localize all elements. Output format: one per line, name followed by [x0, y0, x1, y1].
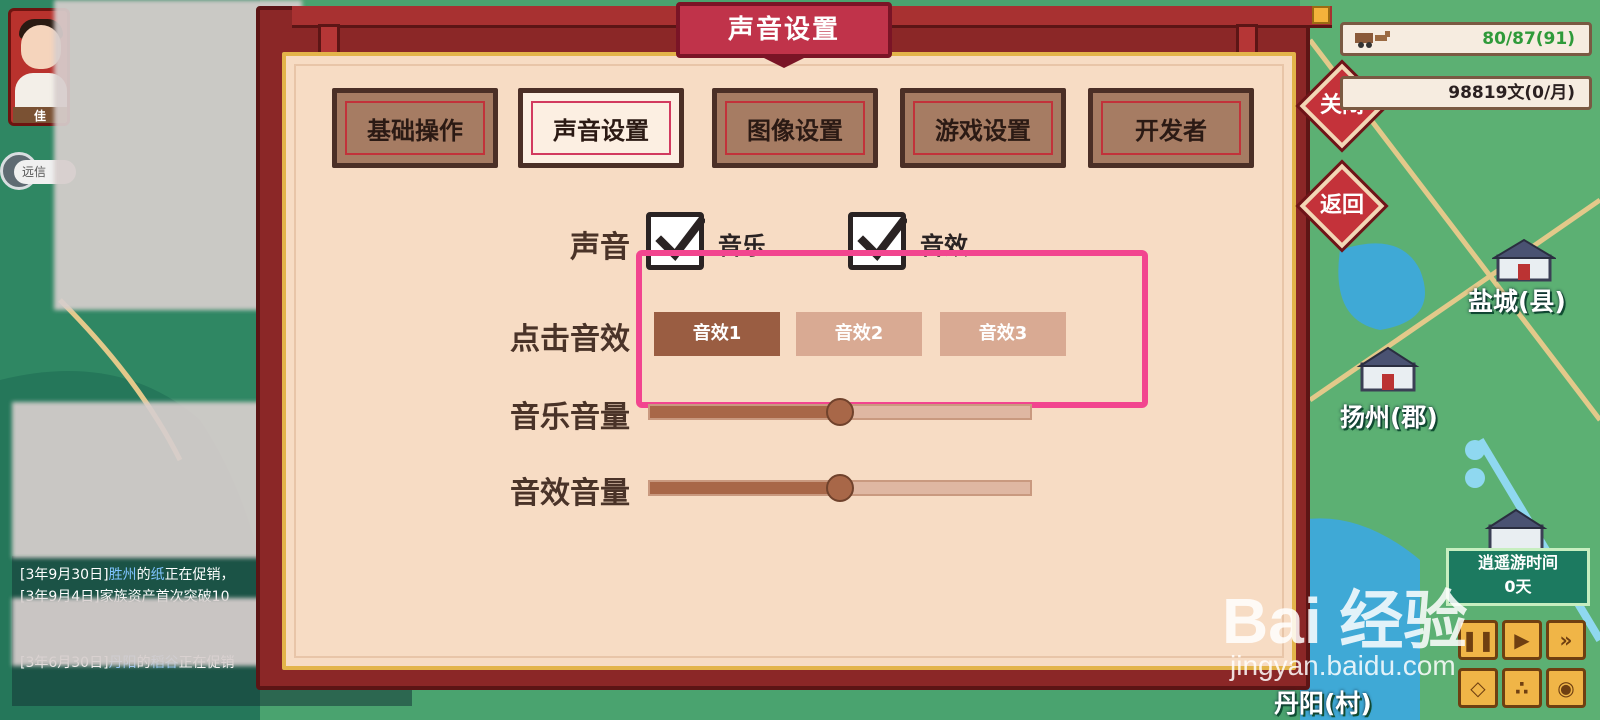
sfx-volume-label: 音效音量 [510, 476, 630, 511]
slider-knob[interactable] [826, 474, 854, 502]
play-button[interactable]: ▶ [1502, 620, 1542, 660]
money-display: 98819文(0/月) [1340, 76, 1592, 110]
music-volume-slider[interactable] [648, 398, 1032, 426]
tab-game-settings[interactable]: 游戏设置 [900, 88, 1066, 168]
tab-sound-settings[interactable]: 声音设置 [518, 88, 684, 168]
prefecture-city-icon[interactable] [1356, 346, 1420, 392]
tab-graphics-settings[interactable]: 图像设置 [712, 88, 878, 168]
sound-label: 声音 [570, 230, 630, 265]
travel-time-display: 逍遥游时间 0天 [1446, 548, 1590, 606]
town-label-yancheng[interactable]: 盐城(县) [1468, 282, 1566, 318]
slider-knob[interactable] [826, 398, 854, 426]
town-label-danyang[interactable]: 丹阳(村) [1274, 684, 1372, 720]
tab-developer[interactable]: 开发者 [1088, 88, 1254, 168]
music-volume-label: 音乐音量 [510, 400, 630, 435]
horse-cart-icon [1355, 31, 1390, 48]
cart-capacity-display: 80/87(91) [1340, 22, 1592, 56]
location-pin-icon[interactable]: ◉ [1546, 668, 1586, 708]
click-sfx-label: 点击音效 [510, 322, 630, 357]
fast-forward-button[interactable]: » [1546, 620, 1586, 660]
town-label-yangzhou[interactable]: 扬州(郡) [1340, 398, 1438, 434]
county-town-icon[interactable] [1492, 236, 1556, 282]
back-button[interactable]: 返回 [1299, 163, 1385, 249]
tab-basic-controls[interactable]: 基础操作 [332, 88, 498, 168]
footprints-icon[interactable]: ∴ [1502, 668, 1542, 708]
annotation-highlight-box [636, 250, 1148, 408]
map-cube-icon[interactable]: ◇ [1458, 668, 1498, 708]
watermark-logo: Bai 经验 [1222, 585, 1468, 657]
frame-corner-ornament [1312, 6, 1330, 24]
watermark-url: jingyan.baidu.com [1230, 650, 1456, 681]
sfx-volume-slider[interactable] [648, 474, 1032, 502]
dialog-title: 声音设置 [676, 2, 892, 68]
